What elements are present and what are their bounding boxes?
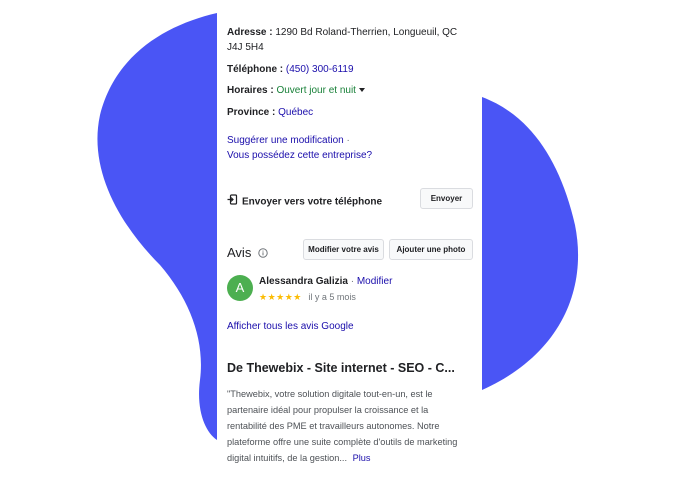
avatar[interactable]: A (227, 275, 253, 301)
review-edit-link[interactable]: Modifier (357, 276, 393, 287)
address-value: 1290 Bd Roland-Therrien, Longueuil, QC (275, 27, 458, 38)
suggest-separator: · (343, 135, 350, 146)
suggest-row: Suggérer une modification · (227, 134, 350, 148)
about-description: "Thewebix, votre solution digitale tout-… (227, 386, 467, 466)
province-link[interactable]: Québec (278, 107, 313, 118)
send-to-phone-icon (227, 194, 238, 210)
all-reviews-row: Afficher tous les avis Google (227, 320, 354, 334)
review-author[interactable]: Alessandra Galizia (259, 276, 348, 287)
all-reviews-link[interactable]: Afficher tous les avis Google (227, 321, 354, 332)
phone-label: Téléphone : (227, 64, 284, 75)
phone-row: Téléphone : (450) 300-6119 (227, 63, 354, 77)
more-link[interactable]: Plus (353, 453, 371, 463)
edit-review-button[interactable]: Modifier votre avis (303, 239, 384, 260)
about-title: De Thewebix - Site internet - SEO - C... (227, 361, 455, 375)
address-label: Adresse : (227, 27, 273, 38)
hours-row: Horaires : Ouvert jour et nuit (227, 84, 365, 98)
reviews-heading-row: Avis (227, 245, 268, 262)
reviews-heading: Avis (227, 245, 252, 260)
owner-row: Vous possédez cette entreprise? (227, 149, 372, 163)
hours-label: Horaires : (227, 85, 274, 96)
review-author-row: Alessandra Galizia · Modifier (259, 275, 392, 289)
address-row-2: J4J 5H4 (227, 41, 264, 55)
send-to-phone-row: Envoyer vers votre téléphone (227, 194, 382, 210)
send-to-phone-label: Envoyer vers votre téléphone (242, 196, 383, 208)
address-row: Adresse : 1290 Bd Roland-Therrien, Longu… (227, 26, 457, 40)
business-info-panel: Adresse : 1290 Bd Roland-Therrien, Longu… (217, 13, 482, 490)
blob-left (97, 13, 217, 440)
send-button[interactable]: Envoyer (420, 188, 473, 209)
info-icon[interactable] (258, 246, 268, 262)
review-time: il y a 5 mois (308, 292, 356, 302)
province-row: Province : Québec (227, 106, 313, 120)
phone-link[interactable]: (450) 300-6119 (286, 64, 354, 75)
about-text: "Thewebix, votre solution digitale tout-… (227, 389, 458, 463)
hours-value[interactable]: Ouvert jour et nuit (276, 85, 355, 96)
own-business-link[interactable]: Vous possédez cette entreprise? (227, 150, 372, 161)
blob-right (482, 97, 579, 390)
review-meta-row: ★★★★★ il y a 5 mois (259, 290, 356, 304)
hours-dropdown-icon[interactable] (358, 88, 365, 93)
province-label: Province : (227, 107, 276, 118)
review-separator: · (347, 276, 357, 287)
suggest-edit-link[interactable]: Suggérer une modification (227, 135, 344, 146)
address-value-2: J4J 5H4 (227, 42, 264, 53)
star-rating: ★★★★★ (259, 292, 302, 302)
add-photo-button[interactable]: Ajouter une photo (389, 239, 473, 260)
